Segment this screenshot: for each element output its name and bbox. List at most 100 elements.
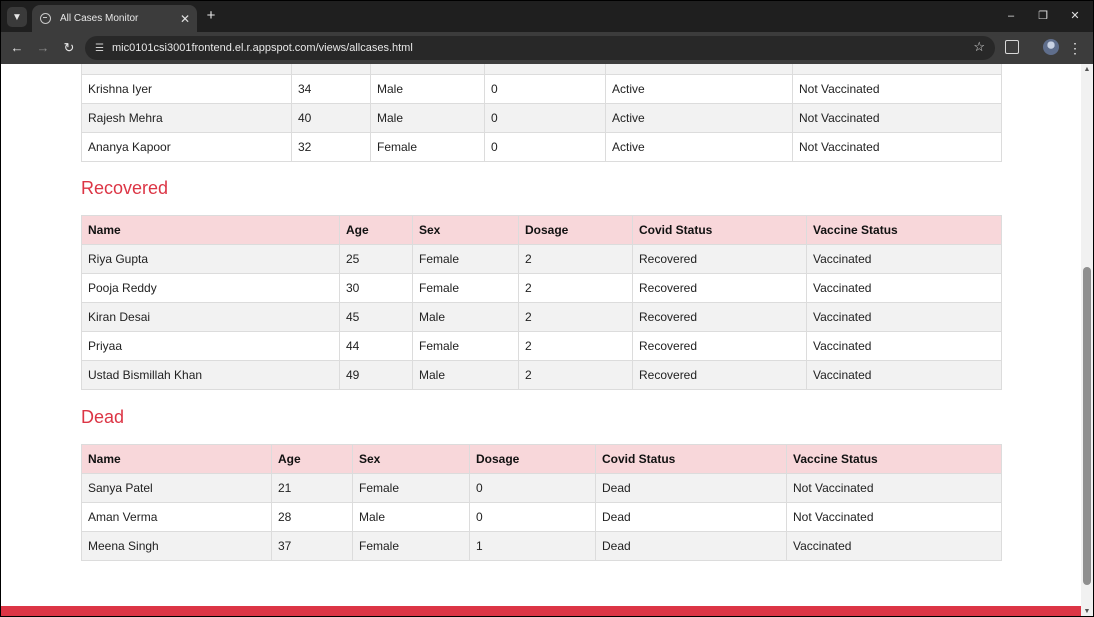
table-cell — [81, 64, 292, 75]
table-cell: Dead — [595, 502, 787, 532]
table-cell: Vaccinated — [806, 244, 1002, 274]
dead-table-header: Name Age Sex Dosage Covid Status Vaccine Stat… — [81, 444, 1002, 474]
table-cell: Not Vaccinated — [792, 103, 1002, 133]
extensions-puzzle-icon[interactable] — [1005, 40, 1019, 54]
scroll-thumb[interactable] — [1083, 267, 1091, 585]
table-cell: Not Vaccinated — [786, 502, 1002, 532]
footer-bar — [1, 606, 1081, 616]
table-row: Ananya Kapoor 32 Female 0 Active Not Vaccinat… — [81, 132, 1002, 162]
table-cell: 25 — [339, 244, 413, 274]
scroll-up-arrow-icon[interactable]: ▲ — [1083, 66, 1091, 73]
table-cell: Recovered — [632, 302, 807, 332]
recovered-table-body: Riya Gupta 25 Female 2 Recovered Vaccinated Po… — [81, 244, 1002, 390]
minimize-icon[interactable]: – — [1001, 6, 1021, 26]
table-cell: 37 — [271, 531, 353, 561]
column-header: Name — [81, 444, 272, 474]
table-cell: Recovered — [632, 244, 807, 274]
table-cell: Female — [412, 244, 519, 274]
table-cell — [291, 64, 371, 75]
menu-kebab-icon[interactable]: ⋮ — [1068, 38, 1082, 58]
table-cell: 40 — [291, 103, 371, 133]
column-header: Vaccine Status — [806, 215, 1002, 245]
new-tab-plus-icon[interactable]: + — [202, 7, 220, 25]
page-viewport: Krishna Iyer 34 Male 0 Active Not Vaccinated R… — [1, 64, 1081, 616]
table-row: Kiran Desai 45 Male 2 Recovered Vaccinated — [81, 302, 1002, 332]
table-cell: Female — [412, 331, 519, 361]
table-cell: 49 — [339, 360, 413, 390]
table-cell: Male — [370, 103, 485, 133]
table-cell: Not Vaccinated — [786, 473, 1002, 503]
table-cell: 44 — [339, 331, 413, 361]
table-cell: Meena Singh — [81, 531, 272, 561]
table-cell: Kiran Desai — [81, 302, 340, 332]
table-cell: 2 — [518, 302, 633, 332]
table-cell: 2 — [518, 273, 633, 303]
table-cell: 0 — [484, 132, 606, 162]
browser-window: ▼ All Cases Monitor ✕ + – ❐ ✕ ← → ↻ ☰ mi… — [1, 1, 1093, 616]
table-cell: 32 — [291, 132, 371, 162]
table-cell: Priyaa — [81, 331, 340, 361]
profile-avatar[interactable] — [1043, 39, 1059, 55]
table-cell: 21 — [271, 473, 353, 503]
bookmark-star-icon[interactable]: ☆ — [973, 39, 985, 55]
column-header: Vaccine Status — [786, 444, 1002, 474]
active-cases-table: Krishna Iyer 34 Male 0 Active Not Vaccinated R… — [81, 64, 1002, 162]
table-cell: 2 — [518, 331, 633, 361]
restore-icon[interactable]: ❐ — [1033, 6, 1053, 26]
tab-strip: ▼ All Cases Monitor ✕ + – ❐ ✕ — [1, 1, 1093, 32]
table-row: Aman Verma 28 Male 0 Dead Not Vaccinated — [81, 502, 1002, 532]
table-cell: Ananya Kapoor — [81, 132, 292, 162]
table-cell: Not Vaccinated — [792, 74, 1002, 104]
table-cell: 0 — [484, 103, 606, 133]
tab-close-icon[interactable]: ✕ — [177, 12, 193, 26]
table-cell: Male — [370, 74, 485, 104]
table-cell: Dead — [595, 473, 787, 503]
table-cell: Sanya Patel — [81, 473, 272, 503]
active-table-body: Krishna Iyer 34 Male 0 Active Not Vaccinated R… — [81, 64, 1002, 162]
table-row — [81, 64, 1002, 75]
forward-arrow-icon[interactable]: → — [33, 38, 53, 58]
table-cell: Krishna Iyer — [81, 74, 292, 104]
table-cell: Not Vaccinated — [792, 132, 1002, 162]
table-cell: Active — [605, 132, 793, 162]
browser-toolbar: ← → ↻ ☰ mic0101csi3001frontend.el.r.apps… — [1, 32, 1093, 64]
tab-search-chevron-icon[interactable]: ▼ — [7, 7, 27, 27]
recovered-table: Name Age Sex Dosage Covid Status Vaccine Stat… — [81, 215, 1002, 390]
url-text: mic0101csi3001frontend.el.r.appspot.com/… — [111, 42, 413, 54]
table-row: Meena Singh 37 Female 1 Dead Vaccinated — [81, 531, 1002, 561]
column-header: Covid Status — [632, 215, 807, 245]
table-cell: 28 — [271, 502, 353, 532]
column-header: Name — [81, 215, 340, 245]
table-cell: 34 — [291, 74, 371, 104]
recovered-heading: Recovered — [81, 178, 169, 198]
table-cell: 30 — [339, 273, 413, 303]
browser-tab[interactable]: All Cases Monitor ✕ — [32, 5, 197, 32]
table-row: Pooja Reddy 30 Female 2 Recovered Vaccinated — [81, 273, 1002, 303]
column-header: Sex — [352, 444, 470, 474]
vertical-scrollbar[interactable]: ▲ ▼ — [1081, 64, 1093, 616]
scroll-down-arrow-icon[interactable]: ▼ — [1083, 608, 1091, 615]
window-close-icon[interactable]: ✕ — [1065, 6, 1085, 26]
table-row: Krishna Iyer 34 Male 0 Active Not Vaccinated — [81, 74, 1002, 104]
table-cell: Active — [605, 103, 793, 133]
table-cell: 2 — [518, 360, 633, 390]
table-cell: Ustad Bismillah Khan — [81, 360, 340, 390]
site-settings-icon[interactable]: ☰ — [95, 43, 104, 54]
table-cell: Rajesh Mehra — [81, 103, 292, 133]
table-cell: Recovered — [632, 331, 807, 361]
reload-icon[interactable]: ↻ — [59, 38, 79, 58]
dead-table-body: Sanya Patel 21 Female 0 Dead Not Vaccinated Am… — [81, 473, 1002, 561]
back-arrow-icon[interactable]: ← — [7, 38, 27, 58]
column-header: Covid Status — [595, 444, 787, 474]
dead-heading: Dead — [81, 407, 125, 427]
column-header: Sex — [412, 215, 519, 245]
table-cell: 0 — [484, 74, 606, 104]
table-cell: 1 — [469, 531, 596, 561]
table-row: Priyaa 44 Female 2 Recovered Vaccinated — [81, 331, 1002, 361]
table-row: Riya Gupta 25 Female 2 Recovered Vaccinated — [81, 244, 1002, 274]
table-cell: Pooja Reddy — [81, 273, 340, 303]
table-cell: Recovered — [632, 273, 807, 303]
address-bar[interactable]: ☰ mic0101csi3001frontend.el.r.appspot.co… — [85, 36, 995, 60]
table-cell — [605, 64, 793, 75]
column-header: Age — [271, 444, 353, 474]
